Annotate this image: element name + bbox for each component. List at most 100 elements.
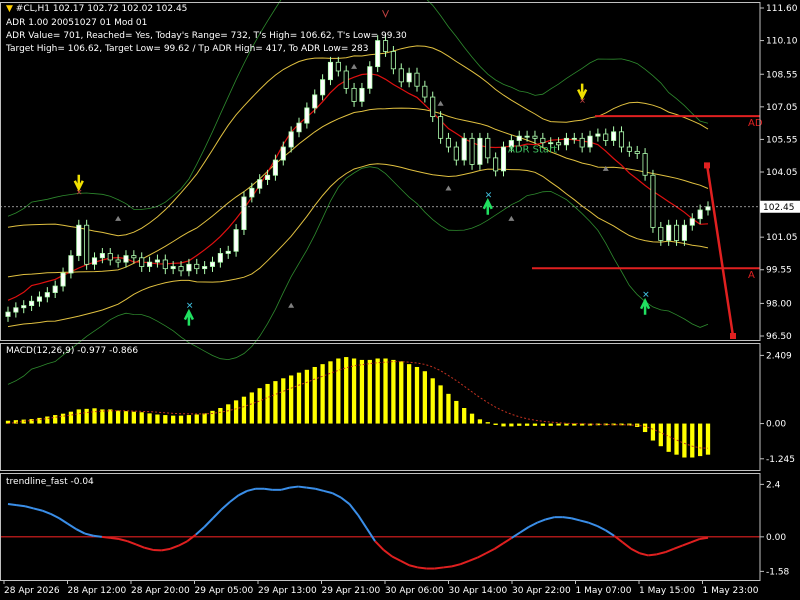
candle-body: [382, 40, 389, 52]
macd-histogram-bar: [233, 400, 239, 424]
adr-start-label: ADR Start: [508, 144, 557, 155]
macd-histogram-bar: [147, 413, 152, 424]
macd-histogram-bar: [296, 372, 302, 424]
macd-histogram-bar: [76, 409, 81, 424]
trendline-segment: [263, 487, 273, 491]
macd-histogram-bar: [171, 415, 176, 424]
macd-histogram-bar: [548, 423, 553, 426]
candle-body: [697, 209, 703, 220]
time-tick-label: 28 Apr 2026: [4, 586, 60, 596]
candle-body: [265, 174, 271, 181]
candle-body: [170, 266, 176, 270]
trendline-segment: [7, 503, 17, 507]
macd-histogram-bar: [501, 423, 506, 427]
candle-body: [398, 68, 404, 83]
candle-body: [99, 253, 105, 259]
candle-body: [422, 85, 428, 98]
candle-body: [44, 292, 50, 298]
macd-histogram-bar: [312, 366, 317, 424]
macd-histogram-bar: [485, 422, 490, 424]
macd-histogram-bar: [524, 423, 530, 426]
candle-body: [107, 253, 113, 261]
candle-body: [650, 174, 656, 228]
candle-body: [461, 137, 467, 161]
trading-chart[interactable]: AD A ADR Start ✕ ✕ ✕ ✕ ✕ 111.60 110.10 108.55 107.…: [0, 0, 800, 600]
candle-body: [13, 307, 19, 313]
buy-marker-icon: ✕: [186, 302, 194, 312]
trendline-segment: [289, 485, 299, 489]
candle-body: [540, 137, 546, 144]
candle-body: [681, 224, 687, 241]
candle-body: [202, 266, 208, 270]
macd-histogram-bar: [682, 423, 687, 458]
candle-body: [225, 250, 231, 254]
macd-histogram-bar: [697, 423, 703, 457]
macd-histogram-bar: [68, 411, 74, 424]
macd-histogram-bar: [265, 383, 270, 424]
time-tick-label: 29 Apr 05:00: [195, 586, 254, 596]
time-tick-label: 29 Apr 13:00: [258, 586, 317, 596]
macd-tick-label: -1.245: [766, 455, 795, 465]
candle-body: [579, 137, 585, 148]
candle-body: [406, 72, 412, 83]
candle-body: [280, 146, 286, 161]
macd-histogram-bar: [642, 423, 648, 433]
macd-histogram-bar: [422, 371, 427, 424]
macd-histogram-bar: [493, 423, 498, 425]
trendline-segment: [434, 566, 444, 570]
macd-histogram-bar: [674, 423, 679, 455]
macd-histogram-bar: [84, 408, 89, 424]
macd-histogram-bar: [532, 423, 538, 426]
candle-body: [563, 137, 569, 146]
macd-histogram-bar: [108, 409, 113, 424]
macd-histogram-bar: [289, 375, 294, 424]
price-tick-label: 96.50: [766, 332, 792, 342]
macd-title: MACD(12,26,9) -0.977 -0.866: [6, 346, 139, 356]
candle-body: [36, 296, 42, 302]
candle-body: [453, 146, 459, 161]
macd-histogram-bar: [281, 378, 286, 424]
candle-body: [241, 196, 247, 230]
candle-body: [634, 150, 640, 154]
macd-tick-label: 0.00: [766, 420, 786, 430]
candle-body: [666, 224, 672, 241]
trendline-segment: [16, 504, 26, 508]
adr-level-label: A: [748, 270, 755, 281]
macd-histogram-bar: [226, 404, 231, 424]
macd-histogram-bar: [45, 416, 50, 424]
time-tick-label: 1 May 07:00: [576, 586, 632, 596]
candle-body: [5, 311, 11, 317]
price-tick-label: 99.55: [766, 266, 792, 276]
macd-histogram-bar: [414, 366, 420, 424]
candle-body: [131, 255, 137, 259]
sell-marker-icon: ✕: [579, 97, 586, 106]
candle-body: [52, 285, 58, 293]
candle-body: [327, 61, 334, 81]
macd-histogram-bar: [320, 364, 325, 424]
price-tick-label: 111.60: [766, 4, 798, 14]
symbol-quote: #CL,H1 102.17 102.72 102.02 102.45: [15, 4, 188, 14]
current-price-label: 102.45: [763, 203, 795, 213]
candle-body: [430, 96, 436, 118]
time-tick-label: 30 Apr 22:00: [512, 586, 571, 596]
trendline-segment: [110, 536, 120, 541]
symbol-dropdown-icon[interactable]: ▼: [6, 4, 13, 14]
candle-body: [524, 135, 530, 138]
macd-histogram-bar: [650, 423, 656, 441]
trend-tick-label: -1.58: [766, 567, 790, 577]
macd-histogram-bar: [139, 412, 144, 424]
candle-body: [493, 157, 499, 172]
macd-histogram-bar: [328, 361, 333, 424]
time-tick-label: 1 May 23:00: [703, 586, 759, 596]
candle-body: [123, 255, 129, 263]
trendline-segment: [699, 536, 709, 541]
candle-body: [375, 40, 381, 68]
trendline-segment: [93, 534, 103, 538]
candle-body: [618, 131, 625, 148]
price-tick-label: 108.55: [766, 70, 798, 80]
candle-body: [532, 135, 538, 139]
trendline-segment: [306, 486, 316, 490]
macd-histogram-bar: [273, 381, 278, 424]
candle-body: [272, 159, 278, 176]
projection-end-marker: [730, 333, 736, 339]
